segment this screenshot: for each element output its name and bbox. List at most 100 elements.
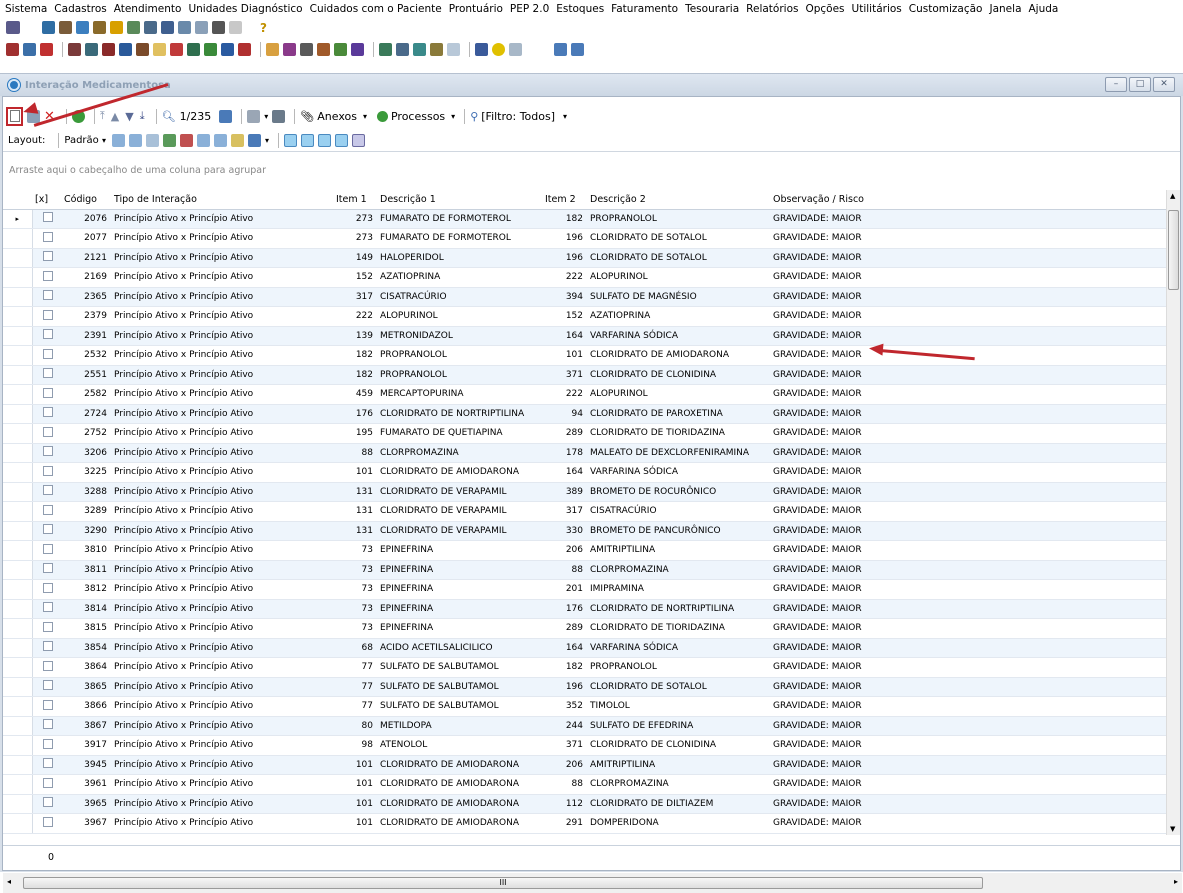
last-record-icon[interactable]: ⤓ [140, 109, 145, 123]
row-checkbox[interactable] [43, 485, 54, 496]
row-checkbox[interactable] [43, 563, 54, 574]
bank-icon[interactable] [396, 42, 409, 56]
tools-icon[interactable] [42, 21, 55, 34]
menu-item-15[interactable]: Ajuda [1029, 3, 1059, 15]
table-row[interactable]: 3206 Princípio Ativo x Princípio Ativo 88 C… [3, 443, 1166, 463]
stethoscope-icon[interactable] [6, 42, 19, 56]
table-row[interactable]: 2121 Princípio Ativo x Princípio Ativo 149… [3, 248, 1166, 268]
find-icon[interactable]: 🔍︎ [162, 110, 176, 123]
tools-dropdown-icon[interactable] [247, 109, 261, 123]
table-row[interactable]: 3945 Princípio Ativo x Princípio Ativo 101… [3, 755, 1166, 775]
column-header-6[interactable]: Descrição 2 [587, 190, 770, 210]
heart-icon[interactable] [40, 42, 53, 56]
calendar-icon[interactable] [509, 42, 522, 56]
lab-icon[interactable] [187, 42, 200, 56]
save-layout-icon[interactable] [112, 134, 125, 147]
row-checkbox[interactable] [43, 699, 54, 710]
table-row[interactable]: 3814 Princípio Ativo x Princípio Ativo 73 E… [3, 599, 1166, 619]
menu-item-11[interactable]: Opções [805, 3, 844, 15]
attachments-button[interactable]: 📎︎ Anexos ▾ [300, 110, 367, 123]
monitor-icon[interactable] [178, 21, 191, 34]
menu-item-14[interactable]: Janela [990, 3, 1022, 15]
menu-item-2[interactable]: Atendimento [114, 3, 182, 15]
calculator-icon[interactable] [161, 21, 174, 34]
folder-icon[interactable] [266, 42, 279, 56]
row-checkbox[interactable] [43, 680, 54, 691]
format-icon[interactable] [231, 134, 244, 147]
chevron-down-icon[interactable]: ▾ [264, 112, 268, 121]
receipt-icon[interactable] [430, 42, 443, 56]
emergency-icon[interactable] [102, 42, 115, 56]
copy-layout-icon[interactable] [129, 134, 142, 147]
table-row[interactable]: 3864 Princípio Ativo x Princípio Ativo 77 S… [3, 657, 1166, 678]
row-checkbox[interactable] [43, 446, 54, 457]
row-checkbox[interactable] [43, 309, 54, 320]
patient-icon[interactable] [23, 42, 36, 56]
row-checkbox[interactable] [43, 758, 54, 769]
surgery-icon[interactable] [136, 42, 149, 56]
help-icon[interactable]: ? [260, 21, 267, 35]
chevron-down-icon[interactable]: ▾ [265, 136, 269, 145]
previous-record-icon[interactable]: ▲ [111, 110, 119, 123]
table-row[interactable]: 3961 Princípio Ativo x Princípio Ativo 101… [3, 774, 1166, 795]
coin-icon[interactable] [110, 21, 123, 34]
scroll-right-icon[interactable]: ▸ [1174, 877, 1178, 886]
stock-icon[interactable] [334, 42, 347, 56]
row-checkbox[interactable] [43, 660, 54, 671]
clock-icon[interactable] [492, 42, 505, 56]
column-header-2[interactable]: Tipo de Interação [111, 190, 333, 210]
printer-icon[interactable] [300, 42, 313, 56]
grid-layout-icon[interactable] [146, 134, 159, 147]
clipboard-icon[interactable] [447, 42, 460, 56]
row-checkbox[interactable] [43, 602, 54, 613]
column-header-0[interactable]: [x] [32, 190, 61, 210]
column-header-5[interactable]: Item 2 [542, 190, 587, 210]
pill-icon[interactable] [170, 42, 183, 56]
menu-item-1[interactable]: Cadastros [54, 3, 106, 15]
battery-icon[interactable] [212, 21, 225, 34]
row-checkbox[interactable] [43, 816, 54, 827]
scroll-left-icon[interactable]: ◂ [7, 877, 11, 886]
menu-item-3[interactable]: Unidades Diagnóstico [188, 3, 302, 15]
table-row[interactable]: 2379 Princípio Ativo x Princípio Ativo 222… [3, 306, 1166, 327]
view-mode-3-icon[interactable] [318, 134, 332, 147]
report-icon[interactable] [68, 42, 81, 56]
table-row[interactable]: 2551 Princípio Ativo x Princípio Ativo 182… [3, 365, 1166, 385]
row-checkbox[interactable] [43, 777, 54, 788]
table-row[interactable]: 3865 Princípio Ativo x Princípio Ativo 77 S… [3, 677, 1166, 697]
window-titlebar[interactable]: Interação Medicamentosa – □ ✕ [0, 74, 1183, 96]
row-checkbox[interactable] [43, 426, 54, 437]
menu-item-12[interactable]: Utilitários [852, 3, 902, 15]
home-layout-icon[interactable] [180, 134, 193, 147]
hscroll-thumb[interactable]: III [23, 877, 983, 889]
horizontal-scrollbar[interactable]: ◂ III ▸ [3, 873, 1182, 893]
table-row[interactable]: 2391 Princípio Ativo x Princípio Ativo 139… [3, 326, 1166, 346]
cascade-windows-icon[interactable] [571, 42, 584, 56]
document-icon[interactable] [144, 21, 157, 34]
row-checkbox[interactable] [43, 582, 54, 593]
table-row[interactable]: 3867 Princípio Ativo x Princípio Ativo 80 M… [3, 716, 1166, 736]
scroll-thumb[interactable] [1168, 210, 1179, 290]
row-checkbox[interactable] [43, 251, 54, 262]
view-mode-4-icon[interactable] [335, 134, 349, 147]
table-row[interactable]: 3289 Princípio Ativo x Princípio Ativo 131… [3, 501, 1166, 522]
table-row[interactable]: 3288 Princípio Ativo x Princípio Ativo 131… [3, 482, 1166, 502]
row-checkbox[interactable] [43, 543, 54, 554]
row-checkbox[interactable] [43, 231, 54, 242]
row-checkbox[interactable] [43, 738, 54, 749]
table-row[interactable]: 3917 Princípio Ativo x Princípio Ativo 98 A… [3, 735, 1166, 756]
minimize-button[interactable]: – [1105, 77, 1127, 92]
building-icon[interactable] [59, 21, 72, 34]
menu-item-9[interactable]: Tesouraria [685, 3, 739, 15]
row-checkbox[interactable] [43, 212, 54, 223]
view-mode-1-icon[interactable] [284, 134, 298, 147]
people-icon[interactable] [93, 21, 106, 34]
table-row[interactable]: 3810 Princípio Ativo x Princípio Ativo 73 E… [3, 540, 1166, 561]
hierarchy-icon[interactable] [76, 21, 89, 34]
user-icon[interactable] [127, 21, 140, 34]
window-icon[interactable] [229, 21, 242, 34]
print-record-icon[interactable] [272, 109, 286, 123]
columns-icon[interactable] [197, 134, 210, 147]
row-checkbox[interactable] [43, 641, 54, 652]
chart-view-icon[interactable] [248, 134, 261, 147]
